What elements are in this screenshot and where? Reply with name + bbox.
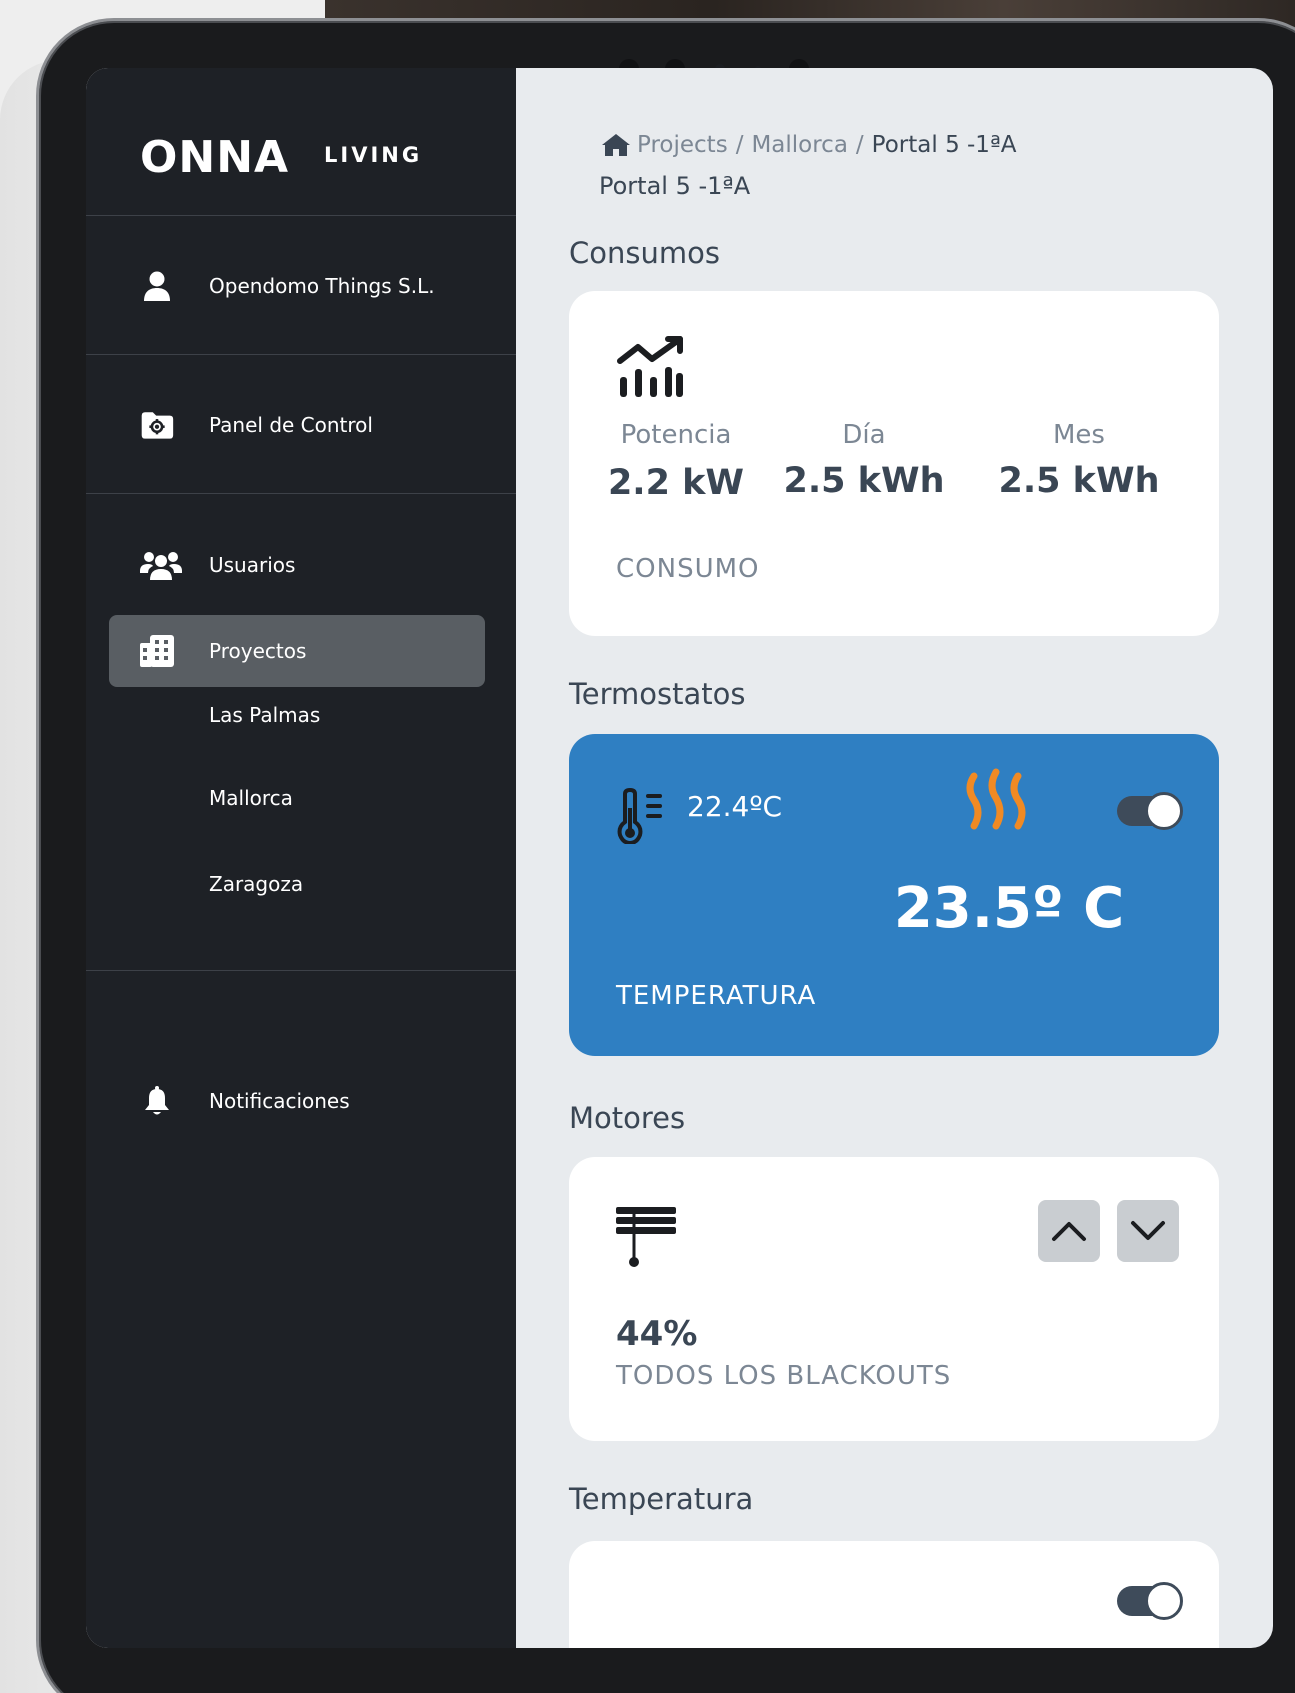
logo-tagline: LIVING	[324, 143, 423, 167]
sidebar-item-notifications-label: Notificaciones	[209, 1089, 350, 1113]
main-content: Projects / Mallorca / Portal 5 -1ªA Port…	[516, 68, 1273, 1648]
folder-gear-icon	[140, 408, 174, 442]
sidebar-item-projects[interactable]: Proyectos	[86, 621, 516, 681]
breadcrumb-mallorca[interactable]: Mallorca	[751, 132, 847, 158]
blackouts-caption: TODOS LOS BLACKOUTS	[616, 1361, 952, 1391]
sidebar-subitem-las-palmas[interactable]: Las Palmas	[209, 703, 320, 727]
chevron-down-icon	[1131, 1221, 1165, 1240]
mes-value: 2.5 kWh	[998, 461, 1160, 501]
breadcrumb-projects[interactable]: Projects	[637, 132, 728, 158]
motor-up-button[interactable]	[1038, 1200, 1100, 1262]
thermostat-card[interactable]: 22.4ºC 23.5º C TEMPERATURA	[569, 734, 1219, 1056]
motor-card[interactable]: 44% TODOS LOS BLACKOUTS	[569, 1157, 1219, 1441]
chevron-up-icon	[1052, 1222, 1086, 1241]
user-icon	[140, 269, 174, 303]
potencia-label: Potencia	[620, 420, 732, 450]
temperatura-caption: TEMPERATURA	[616, 981, 817, 1011]
breadcrumb-separator: /	[855, 132, 864, 158]
sidebar-item-projects-label: Proyectos	[209, 639, 307, 663]
sidebar: ONNA LIVING Opendomo Things S.L. Panel d…	[86, 68, 516, 1648]
panel-section: Panel de Control	[86, 355, 516, 494]
consumption-card[interactable]: Potencia 2.2 kW Día 2.5 kWh Mes 2.5 kWh …	[569, 291, 1219, 636]
thermostat-toggle[interactable]	[1117, 792, 1183, 830]
brand-logo[interactable]: ONNA LIVING	[86, 68, 516, 216]
sidebar-subitem-mallorca[interactable]: Mallorca	[209, 786, 293, 810]
section-title-termostatos: Termostatos	[569, 677, 746, 711]
chart-icon	[616, 335, 686, 404]
sidebar-item-users[interactable]: Usuarios	[86, 535, 516, 595]
temperature-toggle[interactable]	[1117, 1582, 1183, 1620]
page-subtitle: Portal 5 -1ªA	[599, 172, 751, 200]
section-title-motores: Motores	[569, 1101, 686, 1135]
dia-value: 2.5 kWh	[783, 461, 945, 501]
sidebar-subitem-zaragoza[interactable]: Zaragoza	[209, 872, 303, 896]
blind-icon	[616, 1207, 676, 1274]
account-item[interactable]: Opendomo Things S.L.	[86, 216, 516, 355]
users-icon	[140, 548, 182, 582]
breadcrumb-current: Portal 5 -1ªA	[871, 132, 1017, 158]
sidebar-item-notifications[interactable]: Notificaciones	[86, 1071, 516, 1131]
motor-percent: 44%	[616, 1314, 698, 1354]
breadcrumb: Projects / Mallorca / Portal 5 -1ªA	[601, 132, 1017, 158]
potencia-value: 2.2 kW	[607, 463, 745, 503]
sidebar-item-panel-label: Panel de Control	[209, 412, 373, 437]
current-temperature: 22.4ºC	[687, 790, 783, 823]
section-title-temperatura: Temperatura	[569, 1482, 754, 1516]
motor-down-button[interactable]	[1117, 1200, 1179, 1262]
sidebar-item-users-label: Usuarios	[209, 553, 296, 577]
home-icon[interactable]	[601, 133, 631, 157]
breadcrumb-separator: /	[735, 132, 744, 158]
temperature-card[interactable]	[569, 1541, 1219, 1648]
account-name: Opendomo Things S.L.	[209, 273, 435, 298]
toggle-knob	[1145, 1582, 1183, 1620]
thermometer-icon	[616, 787, 672, 849]
bell-icon	[140, 1084, 174, 1118]
section-title-consumos: Consumos	[569, 236, 720, 270]
logo-mark: ONNA	[140, 132, 290, 183]
nav-section: Usuarios Proyectos Las Palmas Mallorca Z…	[86, 494, 516, 971]
toggle-knob	[1145, 792, 1183, 830]
tablet-screen: ONNA LIVING Opendomo Things S.L. Panel d…	[86, 68, 1273, 1648]
account-section: Opendomo Things S.L.	[86, 216, 516, 355]
heating-icon	[964, 768, 1034, 839]
building-icon	[140, 634, 174, 668]
sidebar-item-panel[interactable]: Panel de Control	[86, 355, 516, 494]
consumo-caption: CONSUMO	[616, 554, 760, 584]
setpoint-temperature: 23.5º C	[893, 876, 1125, 941]
mes-label: Mes	[1053, 420, 1105, 450]
dia-label: Día	[842, 420, 886, 450]
